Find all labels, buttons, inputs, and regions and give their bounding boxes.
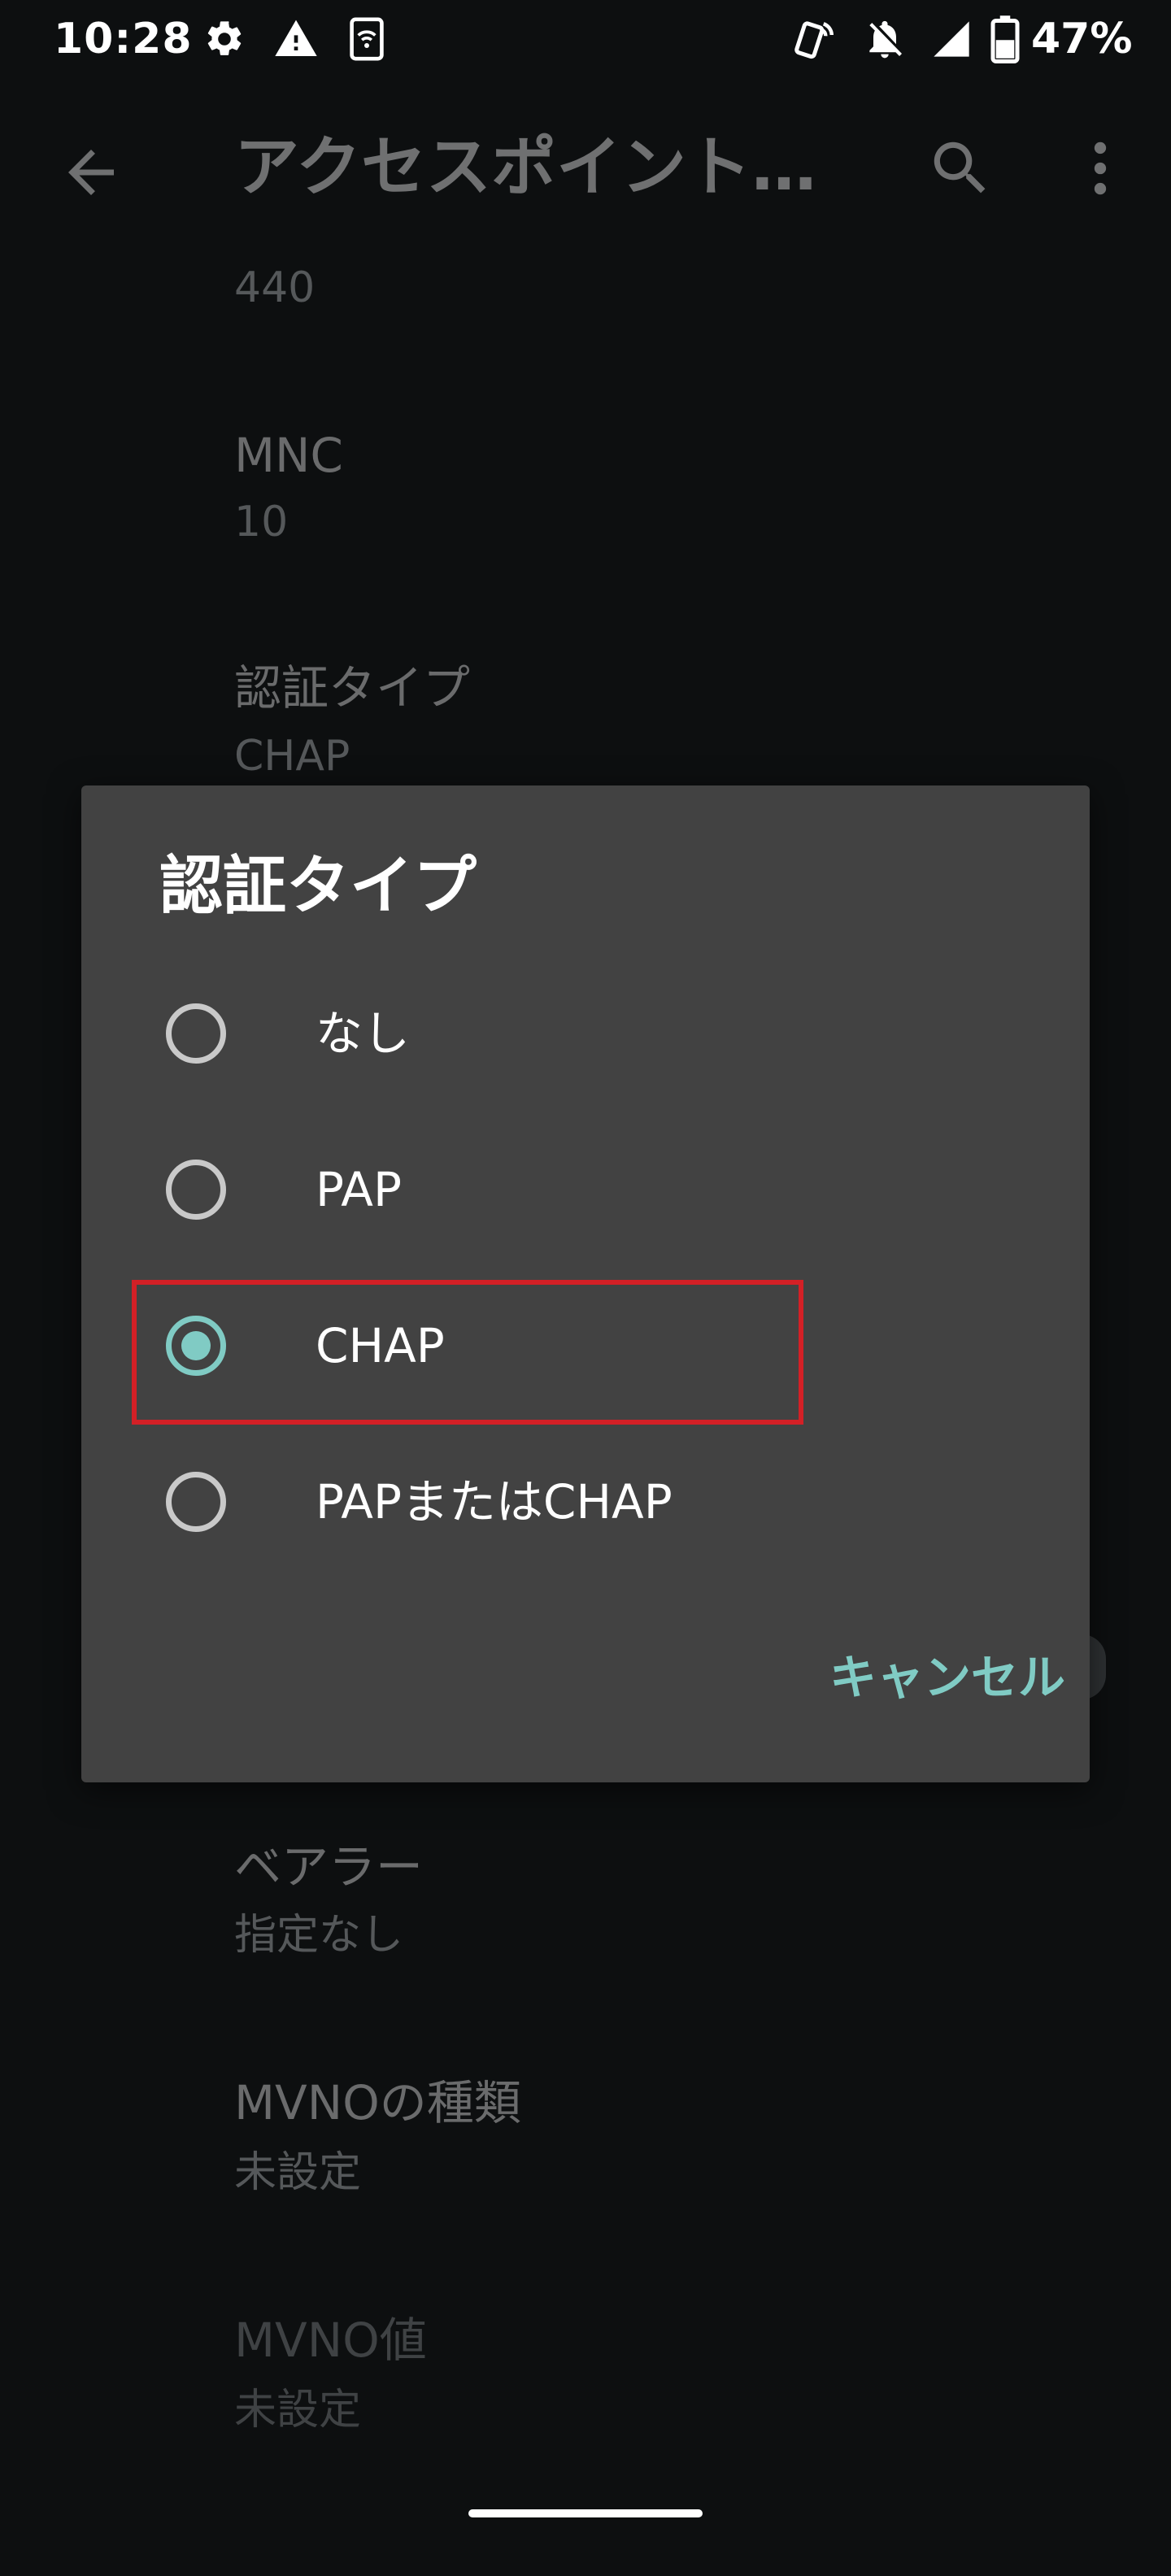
notifications-off-icon bbox=[869, 20, 902, 59]
battery-icon bbox=[990, 15, 1020, 63]
option-label: PAP bbox=[316, 1162, 402, 1217]
auth-type-dialog: 認証タイプ なし PAP CHAP PAPまたはCHAP キャンセル bbox=[81, 785, 1090, 1782]
highlight-annotation bbox=[132, 1280, 803, 1425]
warning-icon bbox=[275, 20, 317, 57]
option-none[interactable]: なし bbox=[81, 956, 1090, 1111]
radio-unchecked-icon[interactable] bbox=[166, 1160, 226, 1220]
mvno-value-title: MVNO値 bbox=[234, 2313, 427, 2368]
wifi-device-icon bbox=[350, 17, 384, 61]
cancel-button[interactable]: キャンセル bbox=[764, 1633, 1065, 1722]
mvno-type-value: 未設定 bbox=[234, 2148, 362, 2197]
nfc-icon bbox=[794, 21, 834, 59]
option-label: なし bbox=[316, 1006, 411, 1061]
option-pap[interactable]: PAP bbox=[81, 1112, 1090, 1267]
dialog-title: 認証タイプ bbox=[159, 850, 477, 923]
signal-icon bbox=[934, 21, 969, 57]
radio-unchecked-icon[interactable] bbox=[166, 1472, 226, 1532]
bearer-title: ベアラー bbox=[234, 1839, 424, 1895]
mnc-title: MNC bbox=[234, 428, 343, 483]
bearer-value: 指定なし bbox=[234, 1911, 404, 1960]
auth-type-title: 認証タイプ bbox=[234, 660, 471, 716]
mcc-value: 440 bbox=[234, 263, 316, 312]
auth-type-value: CHAP bbox=[234, 732, 350, 781]
option-pap-or-chap[interactable]: PAPまたはCHAP bbox=[81, 1425, 1090, 1579]
radio-unchecked-icon[interactable] bbox=[166, 1003, 226, 1064]
battery-percent: 47% bbox=[1031, 15, 1133, 63]
status-time: 10:28 bbox=[54, 15, 193, 63]
more-vert-icon[interactable] bbox=[1065, 133, 1135, 203]
settings-icon bbox=[207, 21, 242, 55]
mvno-value-value: 未設定 bbox=[234, 2386, 362, 2435]
search-icon[interactable] bbox=[925, 133, 995, 203]
home-indicator[interactable] bbox=[468, 2509, 703, 2517]
back-arrow-icon[interactable] bbox=[57, 138, 125, 207]
mvno-type-title: MVNOの種類 bbox=[234, 2075, 521, 2130]
page-title: アクセスポイント… bbox=[234, 129, 816, 205]
option-label: PAPまたはCHAP bbox=[316, 1474, 673, 1530]
mnc-value: 10 bbox=[234, 498, 289, 546]
status-bar: 10:28 47% bbox=[0, 0, 1171, 78]
